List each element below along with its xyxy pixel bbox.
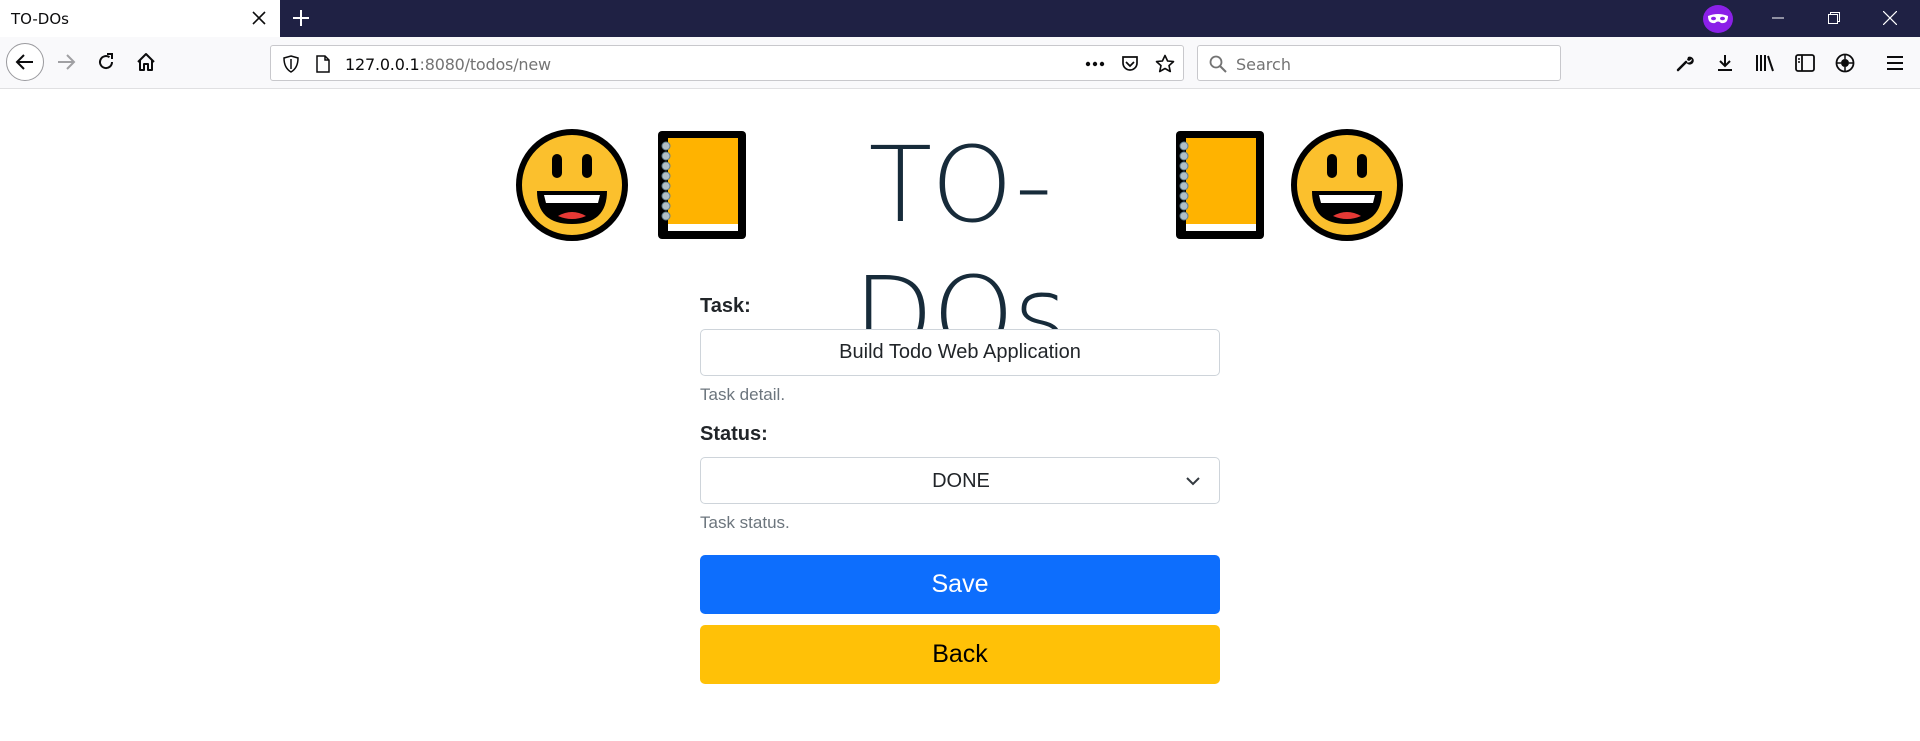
task-input[interactable] bbox=[701, 330, 1219, 375]
back-button[interactable]: Back bbox=[700, 625, 1220, 684]
grinning-face-icon bbox=[515, 128, 629, 247]
tab-title: TO-DOs bbox=[11, 10, 69, 28]
new-tab-icon[interactable] bbox=[288, 5, 314, 31]
downloads-icon[interactable] bbox=[1711, 49, 1739, 77]
reload-icon[interactable] bbox=[87, 43, 125, 81]
status-select[interactable]: DONE bbox=[700, 457, 1220, 504]
address-bar[interactable]: 127.0.0.1:8080/todos/new bbox=[270, 45, 1184, 81]
task-help-text: Task detail. bbox=[700, 385, 786, 404]
page-actions-icon[interactable] bbox=[1085, 54, 1105, 74]
grinning-face-icon bbox=[1290, 128, 1404, 247]
page-icon[interactable] bbox=[313, 54, 333, 74]
forward-arrow-icon[interactable] bbox=[47, 43, 85, 81]
status-selected-value: DONE bbox=[932, 470, 990, 492]
hamburger-menu-icon[interactable] bbox=[1881, 49, 1909, 77]
search-bar[interactable] bbox=[1197, 45, 1561, 81]
bookmark-star-icon[interactable] bbox=[1155, 54, 1175, 74]
shield-icon[interactable] bbox=[281, 54, 301, 74]
pocket-icon[interactable] bbox=[1120, 54, 1140, 74]
url-host: 127.0.0.1 bbox=[345, 55, 420, 74]
home-icon[interactable] bbox=[127, 43, 165, 81]
private-browsing-icon bbox=[1703, 5, 1733, 33]
navigation-toolbar: 127.0.0.1:8080/todos/new bbox=[0, 37, 1920, 89]
status-help-text: Task status. bbox=[700, 513, 790, 532]
url-path: :8080/todos/new bbox=[419, 55, 552, 74]
notebook-icon bbox=[1170, 128, 1268, 247]
library-icon[interactable] bbox=[1751, 49, 1779, 77]
save-button[interactable]: Save bbox=[700, 555, 1220, 614]
extension-icon[interactable] bbox=[1831, 49, 1859, 77]
close-window-icon[interactable] bbox=[1874, 4, 1906, 32]
page-header: TO-DOs bbox=[0, 120, 1920, 376]
minimize-window-icon[interactable] bbox=[1762, 4, 1794, 32]
chevron-down-icon bbox=[1186, 477, 1200, 486]
restore-window-icon[interactable] bbox=[1818, 4, 1850, 32]
browser-tab[interactable]: TO-DOs bbox=[0, 0, 280, 37]
url-text[interactable]: 127.0.0.1:8080/todos/new bbox=[345, 55, 551, 74]
back-arrow-icon[interactable] bbox=[6, 43, 44, 81]
page-title: TO-DOs bbox=[853, 124, 1067, 376]
notebook-icon bbox=[652, 128, 750, 247]
search-icon bbox=[1208, 54, 1228, 74]
wrench-icon[interactable] bbox=[1671, 49, 1699, 77]
close-tab-icon[interactable] bbox=[248, 7, 270, 29]
status-label: Status: bbox=[700, 423, 768, 445]
sidebar-icon[interactable] bbox=[1791, 49, 1819, 77]
task-label: Task: bbox=[700, 295, 751, 317]
task-field[interactable] bbox=[700, 329, 1220, 376]
search-input[interactable] bbox=[1236, 53, 1536, 75]
title-bar: TO-DOs bbox=[0, 0, 1920, 37]
